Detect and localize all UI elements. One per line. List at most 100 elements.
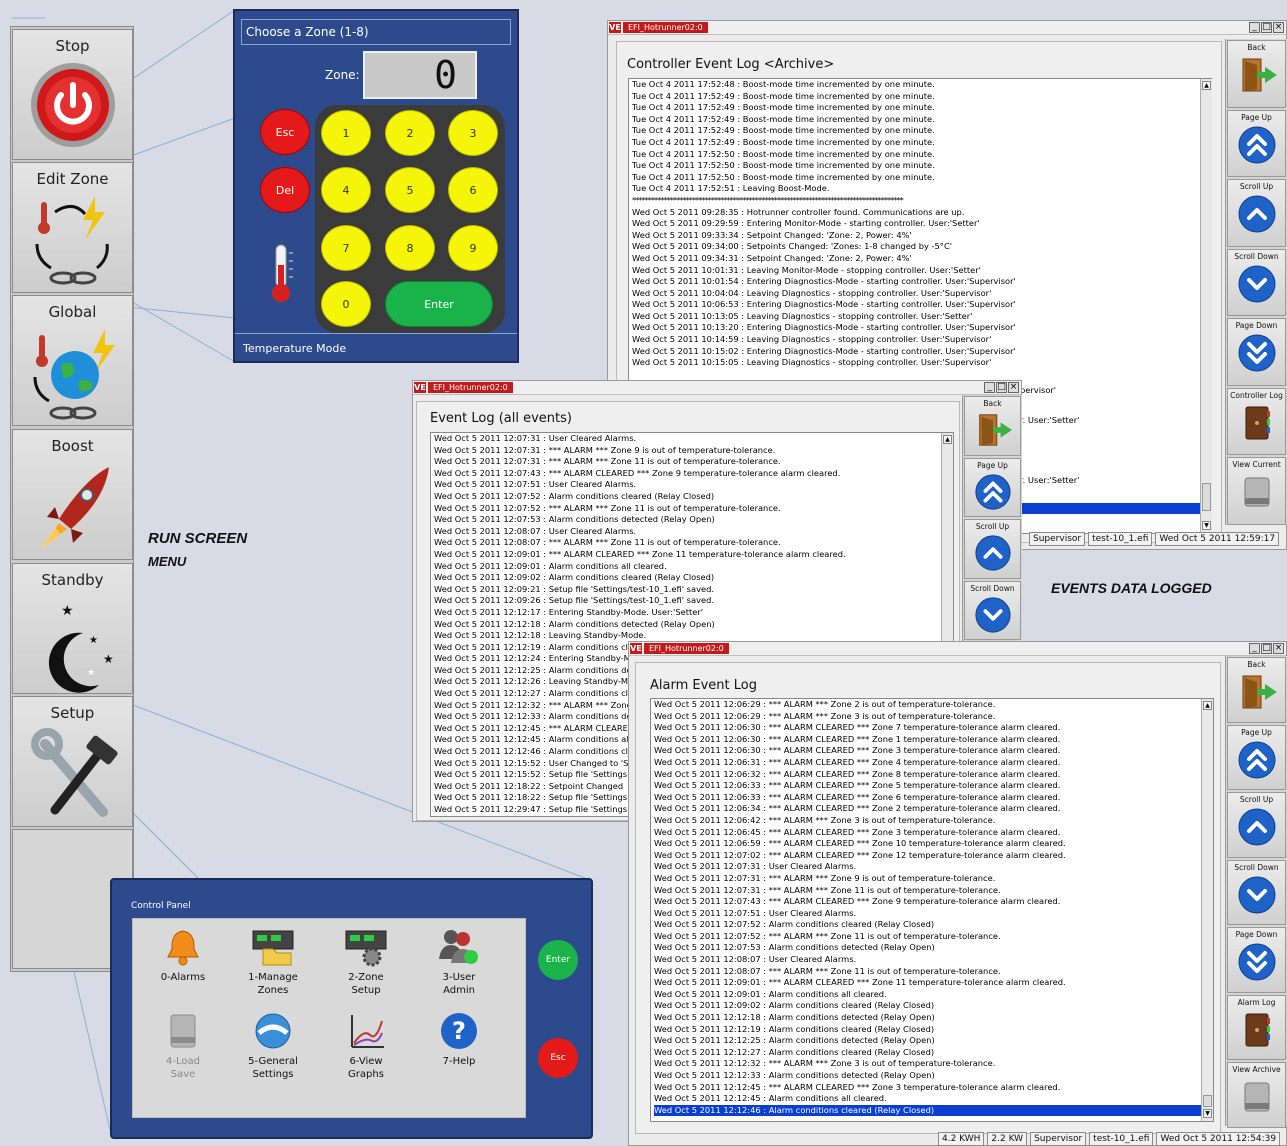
log-row[interactable]: Wed Oct 5 2011 12:12:45 : *** ALARM CLEA…	[654, 1082, 1210, 1094]
log-row[interactable]: Wed Oct 5 2011 12:07:02 : *** ALARM CLEA…	[654, 850, 1210, 862]
log-row[interactable]: Wed Oct 5 2011 12:12:18 : Alarm conditio…	[434, 619, 950, 631]
log-row[interactable]: Tue Oct 4 2011 17:52:49 : Boost-mode tim…	[632, 102, 1208, 114]
minimize-icon[interactable]: _	[984, 382, 995, 393]
log-row[interactable]: Wed Oct 5 2011 12:07:43 : *** ALARM CLEA…	[434, 468, 950, 480]
key-0[interactable]: 0	[321, 281, 371, 327]
scroll-down-arrow[interactable]: ▼	[1202, 521, 1211, 530]
log-row[interactable]: Wed Oct 5 2011 12:07:52 : *** ALARM *** …	[434, 503, 950, 515]
log-row[interactable]: Wed Oct 5 2011 12:07:51 : User Cleared A…	[434, 479, 950, 491]
log-row[interactable]: Wed Oct 5 2011 12:06:33 : *** ALARM CLEA…	[654, 792, 1210, 804]
log-row[interactable]: Wed Oct 5 2011 12:07:31 : *** ALARM *** …	[434, 445, 950, 457]
log-row[interactable]: Wed Oct 5 2011 12:07:52 : *** ALARM *** …	[654, 931, 1210, 943]
log-row[interactable]: Wed Oct 5 2011 09:29:59 : Entering Monit…	[632, 218, 1208, 230]
log-row[interactable]: Wed Oct 5 2011 12:08:07 : User Cleared A…	[434, 526, 950, 538]
log-row[interactable]: Wed Oct 5 2011 12:07:52 : Alarm conditio…	[654, 919, 1210, 931]
log-row[interactable]: Wed Oct 5 2011 09:34:31 : Setpoint Chang…	[632, 253, 1208, 265]
sidebar-view-current-button[interactable]: View Current	[1227, 457, 1286, 525]
log-row[interactable]: Wed Oct 5 2011 10:15:02 : Entering Diagn…	[632, 346, 1208, 358]
log-row[interactable]: Wed Oct 5 2011 10:06:53 : Entering Diagn…	[632, 299, 1208, 311]
log-row[interactable]: Wed Oct 5 2011 12:07:52 : Alarm conditio…	[434, 491, 950, 503]
sidebar-page-up-button[interactable]: Page Up	[1227, 109, 1286, 177]
log-row[interactable]: Wed Oct 5 2011 12:12:32 : *** ALARM *** …	[654, 1058, 1210, 1070]
alarm-log-list[interactable]: Wed Oct 5 2011 12:06:29 : *** ALARM *** …	[650, 698, 1214, 1122]
key-5[interactable]: 5	[385, 167, 435, 213]
log-row[interactable]: Wed Oct 5 2011 12:06:29 : *** ALARM *** …	[654, 699, 1210, 711]
log-row[interactable]: Tue Oct 4 2011 17:52:51 : Leaving Boost-…	[632, 183, 1208, 195]
log-row[interactable]: Wed Oct 5 2011 12:06:32 : *** ALARM CLEA…	[654, 769, 1210, 781]
cp-user-admin[interactable]: 3-User Admin	[419, 927, 499, 997]
log-row[interactable]: Wed Oct 5 2011 12:09:01 : Alarm conditio…	[654, 989, 1210, 1001]
log-row[interactable]: Wed Oct 5 2011 12:12:18 : Leaving Standb…	[434, 630, 950, 642]
log-row[interactable]: Wed Oct 5 2011 12:06:29 : *** ALARM *** …	[654, 711, 1210, 723]
log-row[interactable]: Wed Oct 5 2011 12:12:45 : Alarm conditio…	[654, 1093, 1210, 1105]
cp-esc-button[interactable]: Esc	[538, 1038, 578, 1078]
log-row[interactable]: Wed Oct 5 2011 12:07:53 : Alarm conditio…	[434, 514, 950, 526]
sidebar-alarm-log-button[interactable]: Alarm Log	[1227, 994, 1286, 1060]
log-row[interactable]: Wed Oct 5 2011 12:06:31 : *** ALARM CLEA…	[654, 757, 1210, 769]
esc-key[interactable]: Esc	[260, 109, 310, 155]
log-row[interactable]: Wed Oct 5 2011 12:09:21 : Setup file 'Se…	[434, 584, 950, 596]
close-icon[interactable]: ×	[1273, 22, 1284, 33]
sidebar-back-button[interactable]: Back	[1227, 40, 1286, 108]
log-row[interactable]: Tue Oct 4 2011 17:52:48 : Boost-mode tim…	[632, 79, 1208, 91]
cp-help[interactable]: ? 7-Help	[419, 1011, 499, 1068]
log-row[interactable]: Tue Oct 4 2011 17:52:49 : Boost-mode tim…	[632, 114, 1208, 126]
log-row[interactable]: Wed Oct 5 2011 12:09:01 : *** ALARM CLEA…	[654, 977, 1210, 989]
log-row[interactable]: Wed Oct 5 2011 12:09:01 : Alarm conditio…	[434, 561, 950, 573]
log-row[interactable]: Wed Oct 5 2011 12:06:30 : *** ALARM CLEA…	[654, 745, 1210, 757]
log-row[interactable]: Wed Oct 5 2011 12:07:31 : *** ALARM *** …	[654, 873, 1210, 885]
log-row[interactable]: ****************************************…	[632, 195, 1208, 207]
log-row[interactable]: Wed Oct 5 2011 12:07:31 : *** ALARM *** …	[654, 885, 1210, 897]
maximize-icon[interactable]: □	[996, 382, 1007, 393]
maximize-icon[interactable]: □	[1261, 643, 1272, 654]
scroll-up-arrow[interactable]: ▲	[1203, 701, 1212, 710]
log-row[interactable]: Wed Oct 5 2011 12:09:02 : Alarm conditio…	[654, 1000, 1210, 1012]
cp-alarms[interactable]: 0-Alarms	[143, 927, 223, 984]
log-row[interactable]: Tue Oct 4 2011 17:52:50 : Boost-mode tim…	[632, 172, 1208, 184]
log-row[interactable]: Wed Oct 5 2011 12:06:34 : *** ALARM CLEA…	[654, 803, 1210, 815]
sidebar-scroll-down-button[interactable]: Scroll Down	[964, 580, 1021, 640]
scroll-thumb[interactable]	[1202, 483, 1211, 511]
sidebar-page-up-button[interactable]: Page Up	[964, 457, 1021, 517]
log-row[interactable]: Tue Oct 4 2011 17:52:49 : Boost-mode tim…	[632, 125, 1208, 137]
key-9[interactable]: 9	[448, 225, 498, 271]
log-row[interactable]: Wed Oct 5 2011 10:01:31 : Leaving Monito…	[632, 265, 1208, 277]
standby-button[interactable]: Standby ★ ★ ★ ★	[12, 563, 133, 694]
log-row[interactable]: Wed Oct 5 2011 12:12:33 : Alarm conditio…	[654, 1070, 1210, 1082]
del-key[interactable]: Del	[260, 167, 310, 213]
sidebar-page-down-button[interactable]: Page Down	[1227, 318, 1286, 386]
key-6[interactable]: 6	[448, 167, 498, 213]
sidebar-scroll-down-button[interactable]: Scroll Down	[1227, 859, 1286, 925]
log-row[interactable]: Wed Oct 5 2011 12:12:17 : Entering Stand…	[434, 607, 950, 619]
log-row[interactable]: Wed Oct 5 2011 12:09:01 : *** ALARM CLEA…	[434, 549, 950, 561]
key-3[interactable]: 3	[448, 110, 498, 156]
sidebar-scroll-up-button[interactable]: Scroll Up	[1227, 792, 1286, 858]
log-row[interactable]: Wed Oct 5 2011 12:06:59 : *** ALARM CLEA…	[654, 838, 1210, 850]
cp-enter-button[interactable]: Enter	[538, 940, 578, 980]
log-row[interactable]: Wed Oct 5 2011 09:28:35 : Hotrunner cont…	[632, 207, 1208, 219]
sidebar-page-up-button[interactable]: Page Up	[1227, 724, 1286, 790]
log-row[interactable]: Wed Oct 5 2011 12:07:43 : *** ALARM CLEA…	[654, 896, 1210, 908]
key-2[interactable]: 2	[385, 110, 435, 156]
log-row[interactable]: Tue Oct 4 2011 17:52:49 : Boost-mode tim…	[632, 137, 1208, 149]
log-row[interactable]: Wed Oct 5 2011 12:06:33 : *** ALARM CLEA…	[654, 780, 1210, 792]
sidebar-page-down-button[interactable]: Page Down	[1227, 927, 1286, 993]
log-row[interactable]: Wed Oct 5 2011 10:01:54 : Entering Diagn…	[632, 276, 1208, 288]
log-row[interactable]: Wed Oct 5 2011 12:06:42 : *** ALARM *** …	[654, 815, 1210, 827]
sidebar-back-button[interactable]: Back	[1227, 657, 1286, 723]
log-row[interactable]: Wed Oct 5 2011 12:08:07 : *** ALARM *** …	[654, 966, 1210, 978]
log-row[interactable]: Wed Oct 5 2011 10:14:59 : Leaving Diagno…	[632, 334, 1208, 346]
close-icon[interactable]: ×	[1008, 382, 1019, 393]
log-row[interactable]: Tue Oct 4 2011 17:52:49 : Boost-mode tim…	[632, 91, 1208, 103]
log-row[interactable]: Wed Oct 5 2011 12:08:07 : User Cleared A…	[654, 954, 1210, 966]
log-row[interactable]: Wed Oct 5 2011 10:04:04 : Leaving Diagno…	[632, 288, 1208, 300]
stop-button[interactable]: Stop	[12, 29, 133, 160]
log-row[interactable]: Wed Oct 5 2011 10:13:05 : Leaving Diagno…	[632, 311, 1208, 323]
sidebar-scroll-up-button[interactable]: Scroll Up	[1227, 179, 1286, 247]
log-row[interactable]: Wed Oct 5 2011 12:06:30 : *** ALARM CLEA…	[654, 722, 1210, 734]
key-8[interactable]: 8	[385, 225, 435, 271]
window-controls[interactable]: _ □ ×	[1248, 22, 1284, 33]
scroll-down-arrow[interactable]: ▼	[1203, 1109, 1212, 1118]
log-row[interactable]: Wed Oct 5 2011 12:07:31 : *** ALARM *** …	[434, 456, 950, 468]
log-row[interactable]: Wed Oct 5 2011 12:12:46 : Alarm conditio…	[654, 1104, 1210, 1117]
